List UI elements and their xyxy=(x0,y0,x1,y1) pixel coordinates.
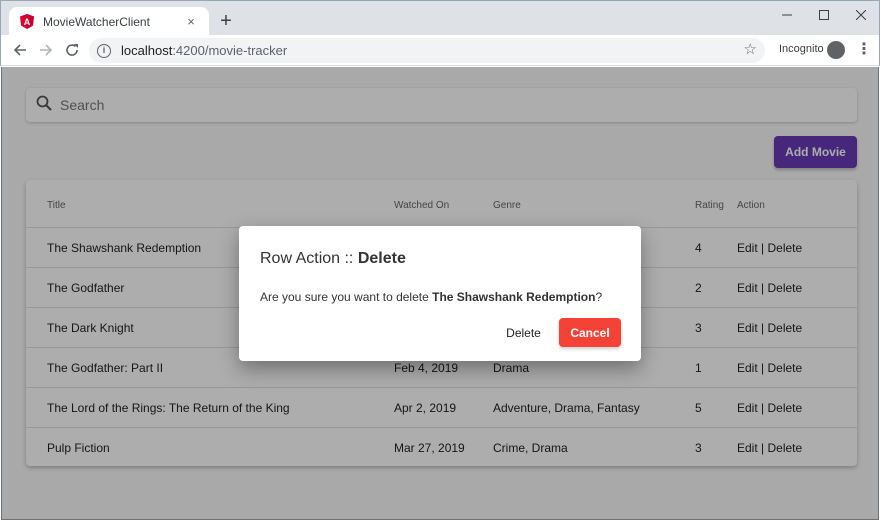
browser-menu-icon[interactable]: ⋮ xyxy=(856,40,872,60)
angular-icon: A xyxy=(19,14,35,30)
svg-text:A: A xyxy=(24,17,31,27)
dialog-message: Are you sure you want to delete The Shaw… xyxy=(260,290,603,304)
browser-tab[interactable]: A MovieWatcherClient × xyxy=(9,7,209,36)
address-bar[interactable]: i localhost:4200/movie-tracker ☆ xyxy=(89,38,765,63)
tab-title: MovieWatcherClient xyxy=(43,14,150,29)
tab-close-icon[interactable]: × xyxy=(183,14,199,30)
url-text: localhost:4200/movie-tracker xyxy=(121,43,288,58)
maximize-icon[interactable] xyxy=(806,1,842,29)
dialog-movie-name: The Shawshank Redemption xyxy=(432,290,596,304)
incognito-label: Incognito xyxy=(779,43,824,55)
forward-icon[interactable] xyxy=(35,39,57,61)
dialog-title: Row Action :: Delete xyxy=(260,250,406,267)
new-tab-button[interactable]: + xyxy=(215,10,237,32)
reload-icon[interactable] xyxy=(61,39,83,61)
minimize-icon[interactable] xyxy=(769,1,805,29)
dialog-cancel-button[interactable]: Cancel xyxy=(559,318,621,347)
dialog-delete-button[interactable]: Delete xyxy=(497,318,550,347)
browser-tab-bar: A MovieWatcherClient × + xyxy=(0,0,880,36)
confirm-dialog: Row Action :: Delete Are you sure you wa… xyxy=(239,226,641,361)
browser-toolbar: i localhost:4200/movie-tracker ☆ Incogni… xyxy=(0,35,880,66)
back-icon[interactable] xyxy=(9,39,31,61)
info-icon[interactable]: i xyxy=(97,43,111,58)
incognito-icon[interactable] xyxy=(827,41,845,59)
bookmark-star-icon[interactable]: ☆ xyxy=(744,40,757,58)
close-icon[interactable] xyxy=(843,1,879,29)
